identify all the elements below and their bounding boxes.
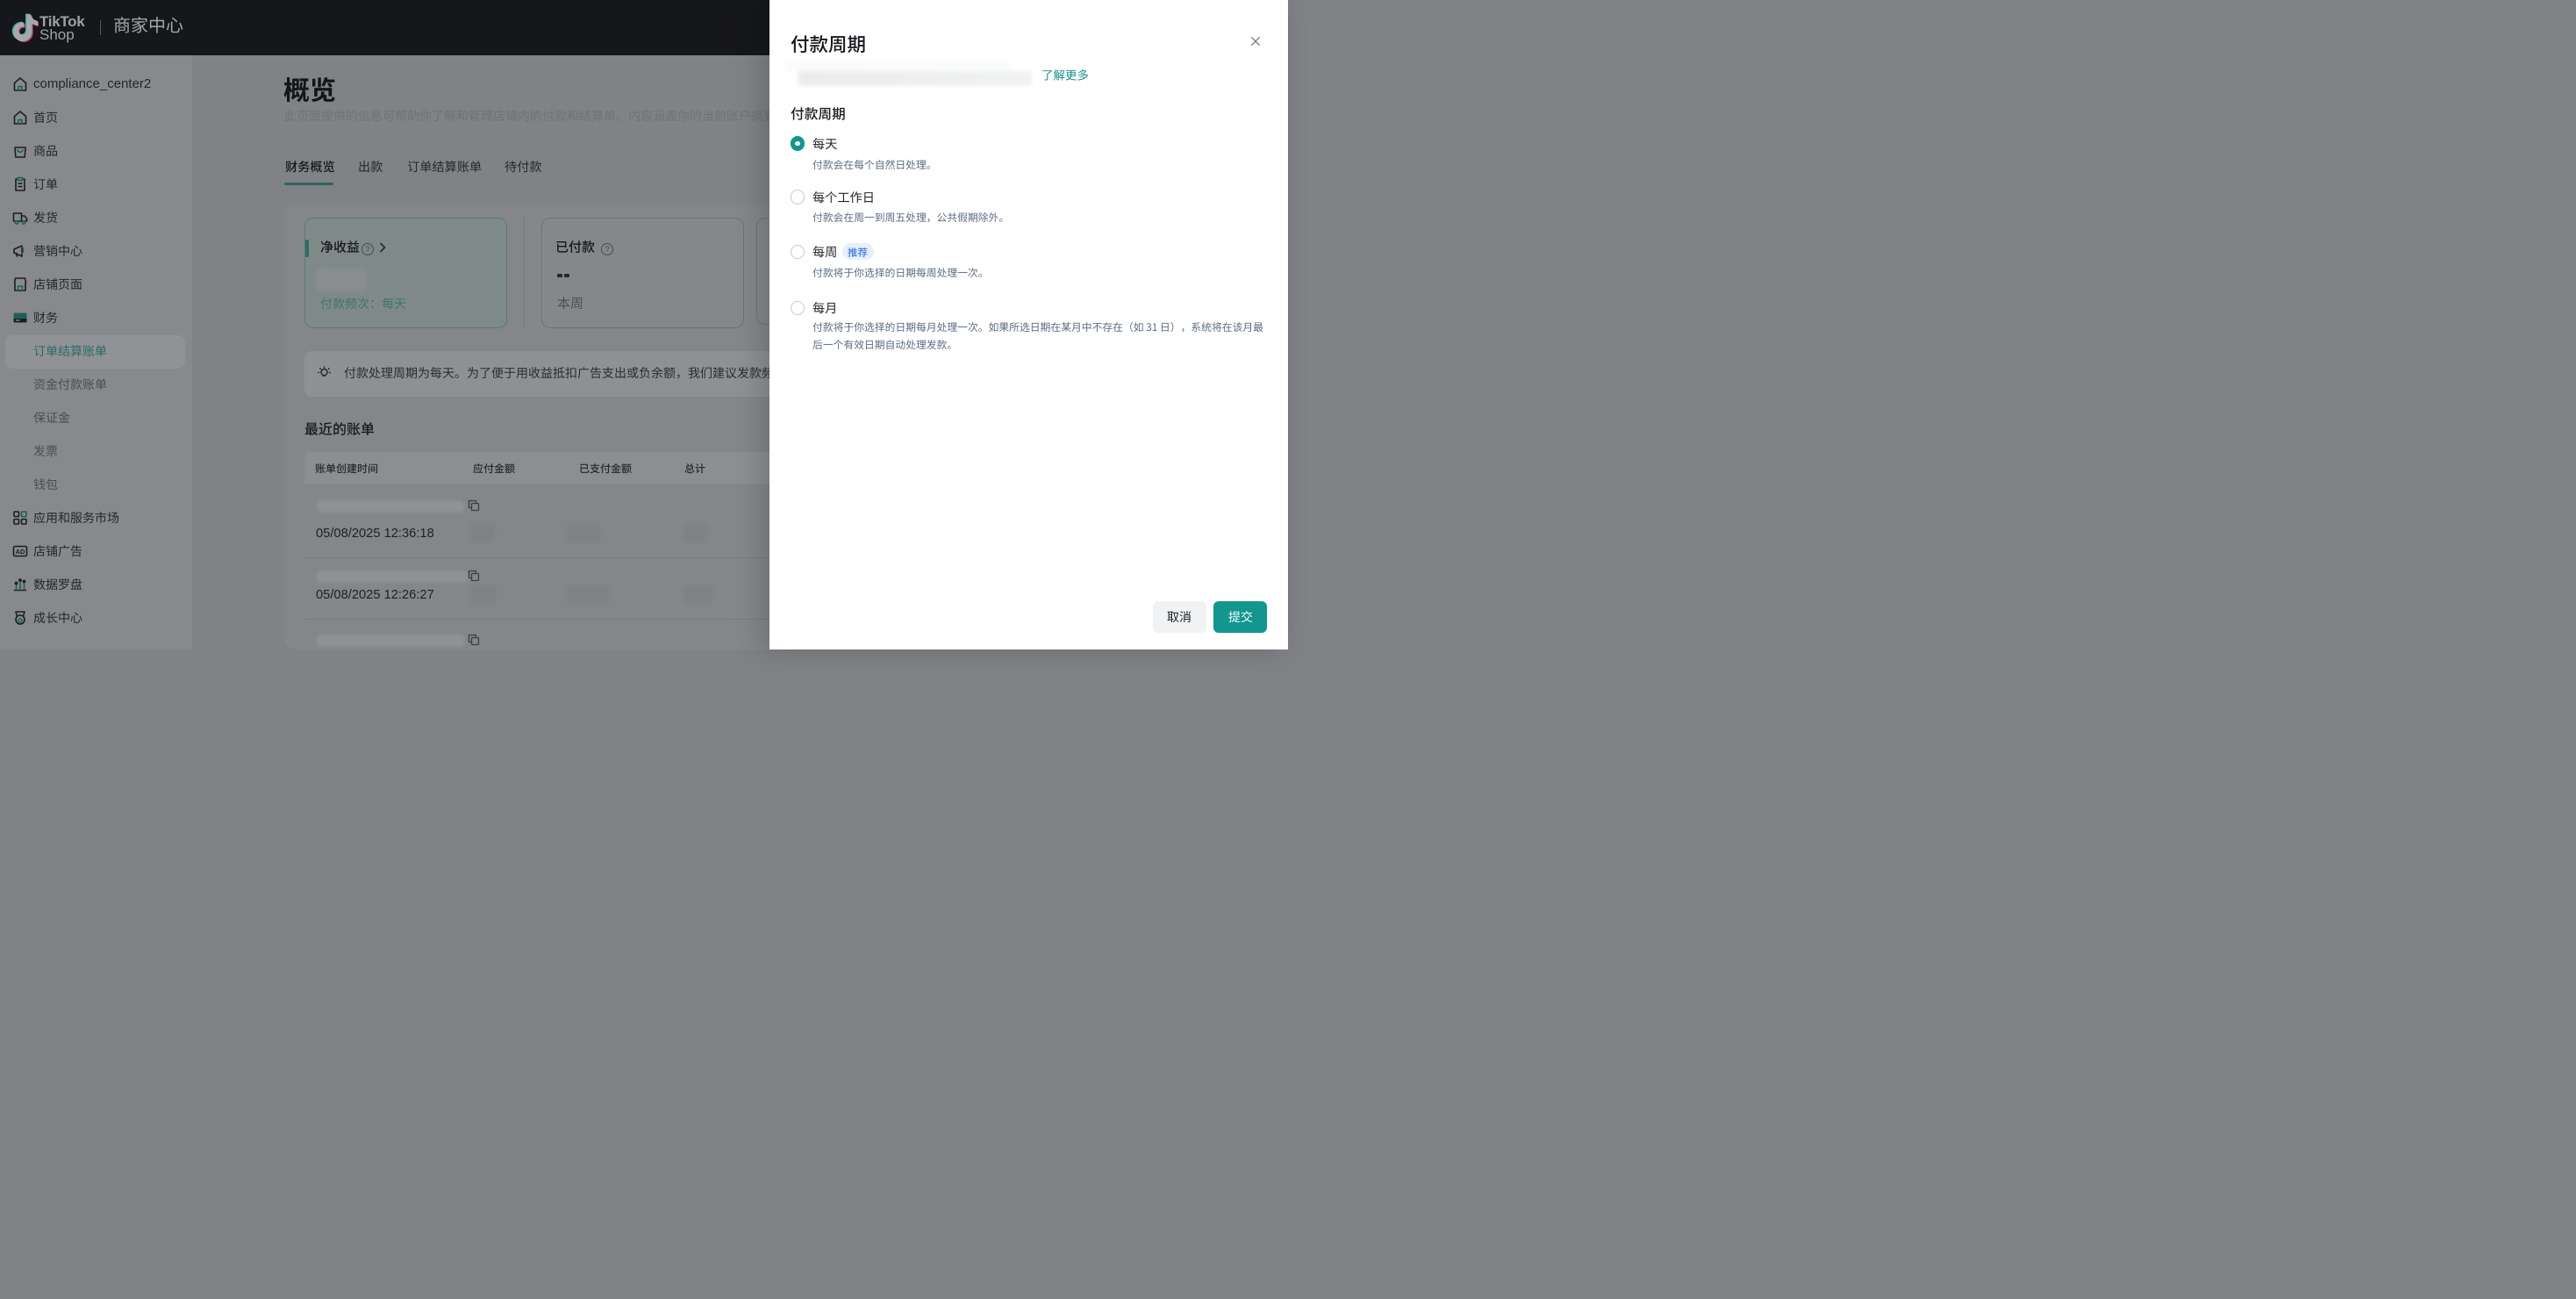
- svg-text:AD: AD: [16, 548, 25, 556]
